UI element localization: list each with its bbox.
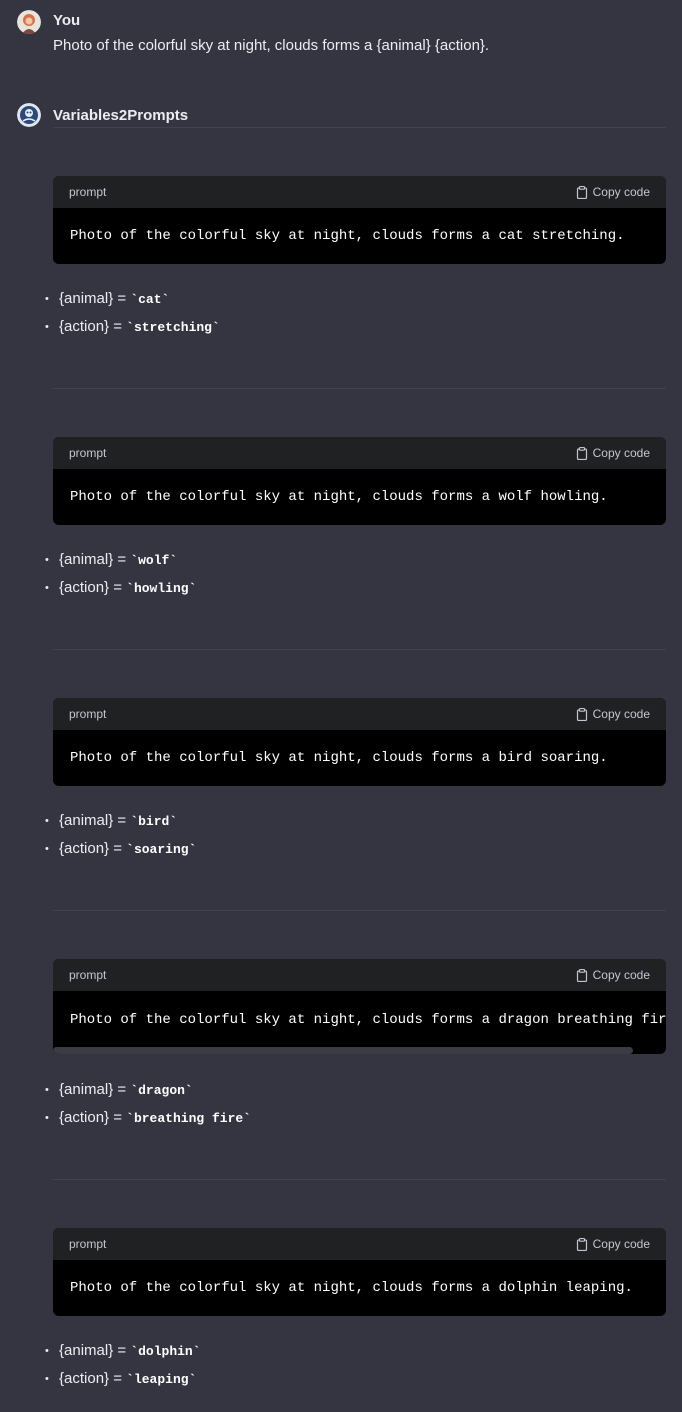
divider <box>53 388 666 389</box>
copy-code-button[interactable]: Copy code <box>576 446 650 460</box>
code-block: prompt Copy code Photo of the colorful s… <box>53 437 666 525</box>
code-text: Photo of the colorful sky at night, clou… <box>70 489 608 505</box>
list-item: • {animal} = `dolphin` <box>45 1342 201 1359</box>
code-header: prompt Copy code <box>53 1228 666 1260</box>
code-block: prompt Copy code Photo of the colorful s… <box>53 959 666 1054</box>
assistant-avatar <box>17 103 41 127</box>
list-item: • {animal} = `cat` <box>45 290 170 307</box>
list-item: • {action} = `breathing fire` <box>45 1109 251 1126</box>
code-text: Photo of the colorful sky at night, clou… <box>70 1012 666 1028</box>
clipboard-icon <box>576 707 588 721</box>
copy-code-label: Copy code <box>592 1237 650 1251</box>
code-header: prompt Copy code <box>53 176 666 208</box>
code-text-container: Photo of the colorful sky at night, clou… <box>53 991 666 1054</box>
list-item: • {action} = `stretching` <box>45 318 220 335</box>
divider <box>53 127 666 128</box>
copy-code-button[interactable]: Copy code <box>576 185 650 199</box>
code-text: Photo of the colorful sky at night, clou… <box>70 228 625 244</box>
code-header: prompt Copy code <box>53 437 666 469</box>
copy-code-button[interactable]: Copy code <box>576 968 650 982</box>
divider <box>53 649 666 650</box>
copy-code-button[interactable]: Copy code <box>576 1237 650 1251</box>
clipboard-icon <box>576 185 588 199</box>
divider <box>53 910 666 911</box>
code-language-label: prompt <box>69 1237 107 1251</box>
code-header: prompt Copy code <box>53 698 666 730</box>
code-header: prompt Copy code <box>53 959 666 991</box>
copy-code-label: Copy code <box>592 968 650 982</box>
code-text: Photo of the colorful sky at night, clou… <box>70 750 608 766</box>
user-name: You <box>53 12 81 29</box>
list-item: • {action} = `soaring` <box>45 840 197 857</box>
chat-page: You Photo of the colorful sky at night, … <box>0 0 682 1412</box>
copy-code-label: Copy code <box>592 446 650 460</box>
code-language-label: prompt <box>69 968 107 982</box>
variable-list: • {animal} = `cat` • {action} = `stretchin… <box>43 285 220 341</box>
list-item: • {action} = `howling` <box>45 579 197 596</box>
code-text: Photo of the colorful sky at night, clou… <box>70 1280 633 1296</box>
variable-list: • {animal} = `dolphin` • {action} = `leapi… <box>43 1337 201 1393</box>
clipboard-icon <box>576 968 588 982</box>
variable-list: • {animal} = `bird` • {action} = `soaring` <box>43 807 196 863</box>
copy-code-label: Copy code <box>592 185 650 199</box>
list-item: • {animal} = `bird` <box>45 812 178 829</box>
code-block: prompt Copy code Photo of the colorful s… <box>53 176 666 264</box>
code-language-label: prompt <box>69 707 107 721</box>
code-block: prompt Copy code Photo of the colorful s… <box>53 1228 666 1316</box>
copy-code-label: Copy code <box>592 707 650 721</box>
code-language-label: prompt <box>69 185 107 199</box>
list-item: • {action} = `leaping` <box>45 1370 197 1387</box>
code-block: prompt Copy code Photo of the colorful s… <box>53 698 666 786</box>
list-item: • {animal} = `wolf` <box>45 551 178 568</box>
variable-list: • {animal} = `dragon` • {action} = `breath… <box>43 1076 251 1132</box>
user-avatar <box>17 10 41 34</box>
clipboard-icon <box>576 1237 588 1251</box>
assistant-name: Variables2Prompts <box>53 107 189 124</box>
copy-code-button[interactable]: Copy code <box>576 707 650 721</box>
code-language-label: prompt <box>69 446 107 460</box>
divider <box>53 1179 666 1180</box>
horizontal-scrollbar[interactable] <box>53 1047 633 1054</box>
user-message-text: Photo of the colorful sky at night, clou… <box>53 37 490 54</box>
clipboard-icon <box>576 446 588 460</box>
list-item: • {animal} = `dragon` <box>45 1081 193 1098</box>
variable-list: • {animal} = `wolf` • {action} = `howling` <box>43 546 196 602</box>
